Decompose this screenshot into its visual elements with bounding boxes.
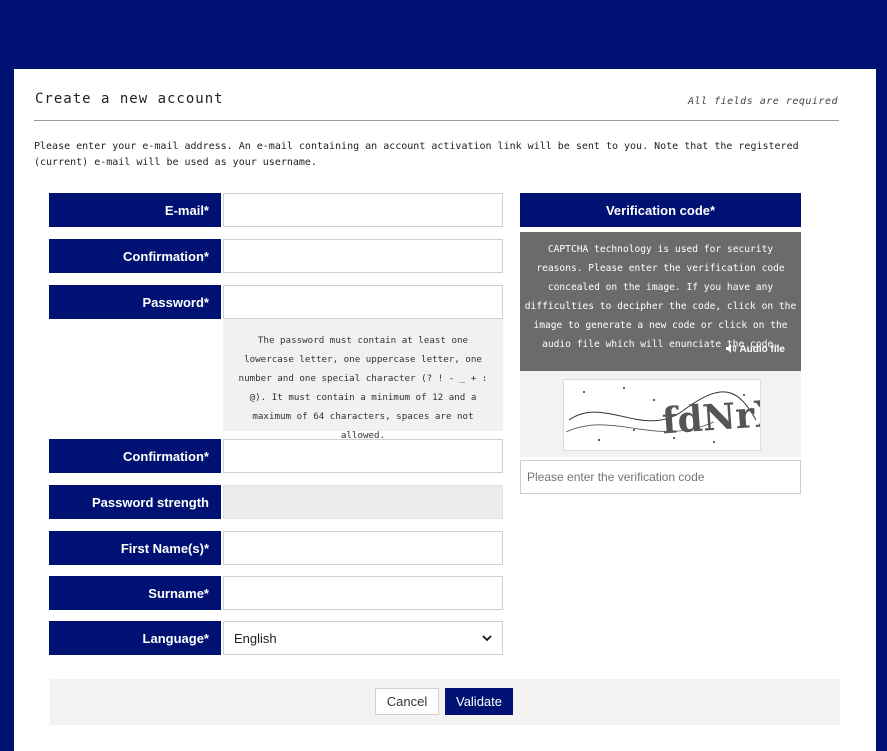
language-select[interactable]: English — [223, 621, 503, 655]
page-title: Create a new account — [35, 91, 224, 107]
email-label: E-mail* — [49, 193, 221, 227]
password-confirmation-label: Confirmation* — [49, 439, 221, 473]
email-field[interactable] — [223, 193, 503, 227]
password-strength-label: Password strength — [49, 485, 221, 519]
language-value: English — [234, 630, 277, 646]
password-label: Password* — [49, 285, 221, 319]
first-name-field[interactable] — [223, 531, 503, 565]
verification-code-header: Verification code* — [520, 193, 801, 227]
main-panel: Create a new account All fields are requ… — [14, 69, 876, 751]
password-strength-meter — [223, 485, 503, 519]
validate-button[interactable]: Validate — [445, 688, 513, 715]
language-label: Language* — [49, 621, 221, 655]
captcha-text: fdNrXr — [661, 391, 760, 443]
password-field[interactable] — [223, 285, 503, 319]
audio-file-label: Audio file — [739, 344, 785, 355]
captcha-container: fdNrXr — [520, 371, 804, 457]
email-confirmation-label: Confirmation* — [49, 239, 221, 273]
password-confirmation-field[interactable] — [223, 439, 503, 473]
title-divider — [34, 120, 839, 121]
surname-label: Surname* — [49, 576, 221, 610]
verification-code-input[interactable] — [520, 460, 801, 494]
first-name-label: First Name(s)* — [49, 531, 221, 565]
speaker-icon — [726, 344, 739, 355]
form-footer: Cancel Validate — [50, 679, 840, 725]
captcha-image[interactable]: fdNrXr — [563, 379, 804, 451]
email-confirmation-field[interactable] — [223, 239, 503, 273]
page-background: Create a new account All fields are requ… — [0, 0, 887, 751]
surname-field[interactable] — [223, 576, 503, 610]
password-hint: The password must contain at least one l… — [223, 319, 503, 441]
required-note: All fields are required — [688, 96, 838, 107]
intro-text: Please enter your e-mail address. An e-m… — [34, 141, 799, 168]
chevron-down-icon — [482, 631, 492, 645]
audio-file-link[interactable]: Audio file — [520, 344, 801, 355]
cancel-button[interactable]: Cancel — [375, 688, 439, 715]
